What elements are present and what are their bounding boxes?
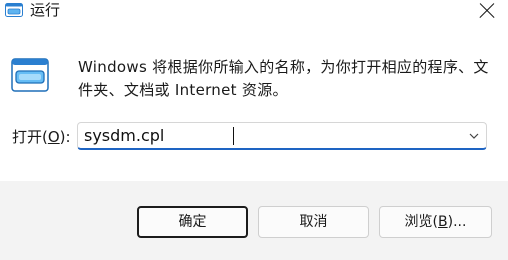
run-app-icon <box>5 3 23 17</box>
open-input[interactable] <box>82 123 456 148</box>
browse-button[interactable]: 浏览(B)... <box>379 206 492 238</box>
cancel-button[interactable]: 取消 <box>258 206 369 238</box>
ok-button[interactable]: 确定 <box>137 206 248 238</box>
title-bar: 运行 <box>0 0 508 24</box>
description-text: Windows 将根据你所输入的名称，为你打开相应的程序、文件夹、文档或 Int… <box>78 58 489 99</box>
text-caret <box>233 127 234 145</box>
window-title: 运行 <box>30 1 61 19</box>
open-label: 打开(O): <box>12 128 71 146</box>
close-button[interactable] <box>476 0 498 22</box>
open-combobox[interactable] <box>77 122 487 150</box>
run-app-icon <box>11 58 49 92</box>
chevron-down-icon[interactable] <box>467 129 481 143</box>
